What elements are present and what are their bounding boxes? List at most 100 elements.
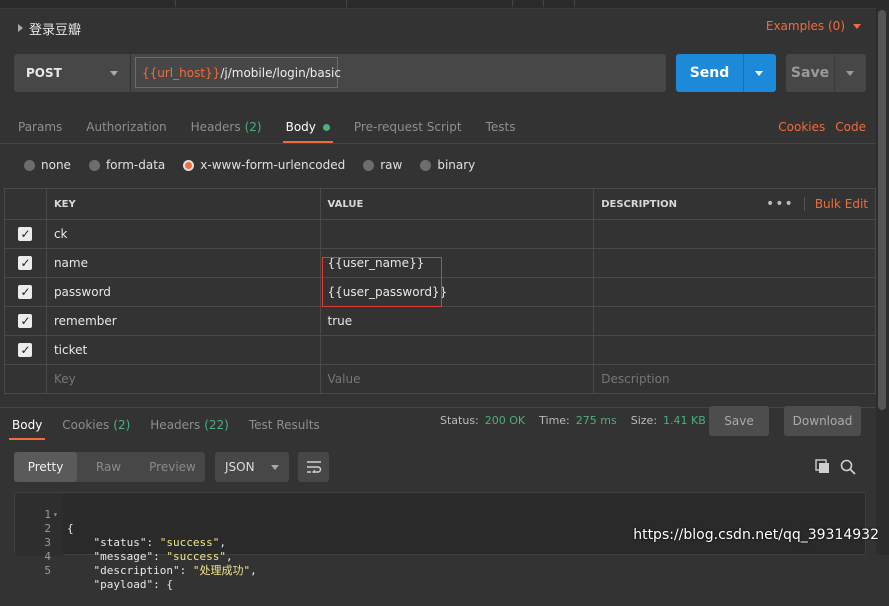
row-checkbox[interactable]: ✓ [4,277,47,307]
tab-response-cookies[interactable]: Cookies (2) [62,411,130,439]
radio-form-data[interactable]: form-data [88,155,166,175]
scrollbar-thumb[interactable] [878,10,886,410]
collapse-arrow-icon[interactable] [18,24,23,32]
search-icon[interactable] [840,459,856,475]
row-checkbox[interactable]: ✓ [4,335,47,365]
description-placeholder[interactable]: Description [593,364,876,394]
row-key[interactable]: ck [45,219,321,249]
header-description-label: DESCRIPTION [601,198,678,210]
row-checkbox[interactable]: ✓ [4,306,47,336]
size-value: 1.41 KB [663,414,706,427]
json-key: "description" [93,564,180,577]
method-value: POST [26,66,62,80]
tab-headers[interactable]: Headers (2) [191,112,262,142]
tab-response-body[interactable]: Body [8,411,46,440]
key-placeholder[interactable]: Key [45,364,321,394]
save-options-chevron-icon[interactable] [846,71,854,76]
send-options-chevron-icon[interactable] [755,71,763,76]
request-right-links: Cookies Code [778,120,866,134]
send-divider [743,54,744,92]
tab-pre-request-script[interactable]: Pre-request Script [354,112,462,142]
copy-icon[interactable] [815,459,831,475]
tab-body[interactable]: Body [282,112,334,143]
radio-binary[interactable]: binary [420,155,475,175]
tab-params[interactable]: Params [18,112,62,142]
checkmark-icon[interactable]: ✓ [18,227,33,241]
row-description[interactable] [593,335,876,365]
checkmark-icon[interactable]: ✓ [18,343,33,357]
header-description: DESCRIPTION ••• Bulk Edit [593,188,876,220]
row-key[interactable]: password [45,277,321,307]
row-key[interactable]: ticket [45,335,321,365]
value-highlight-box [322,257,442,307]
row-key[interactable]: name [45,248,321,278]
radio-label: form-data [105,158,166,172]
row-description[interactable] [593,248,876,278]
active-indicator-dot-icon [322,123,330,131]
tab-authorization[interactable]: Authorization [86,112,166,142]
format-select[interactable]: JSON [215,452,289,482]
response-code-viewer[interactable]: 1 ▾ { 2 "status": "success", 3 "message":… [14,492,866,591]
wrap-lines-button[interactable] [298,452,329,482]
status-info: Status: 200 OK [440,414,525,427]
chevron-down-icon [110,70,118,76]
tab-response-headers[interactable]: Headers (22) [150,411,229,439]
window-tab-strip [0,0,889,9]
radio-label: x-www-form-urlencoded [200,158,346,172]
row-value[interactable] [319,219,595,249]
method-select[interactable]: POST [14,54,130,92]
header-key: KEY [45,188,321,220]
tab-label: Headers [150,418,201,432]
row-description[interactable] [593,219,876,249]
examples-dropdown[interactable]: Examples (0) [766,19,861,33]
row-description[interactable] [593,306,876,336]
checkmark-icon[interactable]: ✓ [18,314,33,328]
request-tabs: Params Authorization Headers (2) Body Pre… [18,112,516,143]
new-row: Key Value Description [4,364,876,394]
bulk-edit-link[interactable]: Bulk Edit [803,197,868,211]
more-options-icon[interactable]: ••• [766,196,794,212]
save-divider [834,54,835,92]
download-button[interactable]: Download [784,406,861,436]
view-mode-segmented: Pretty Raw Preview [14,452,205,482]
value-placeholder[interactable]: Value [319,364,595,394]
fold-arrow-icon[interactable]: ▾ [53,508,58,522]
radio-dot-icon [363,159,375,171]
table-row: ✓ remember true [4,306,876,336]
view-pretty[interactable]: Pretty [14,452,77,482]
radio-label: raw [380,158,403,172]
view-preview[interactable]: Preview [140,452,205,482]
row-key[interactable]: remember [45,306,321,336]
row-description[interactable] [593,277,876,307]
checkmark-icon[interactable]: ✓ [18,256,33,270]
wrap-lines-icon [306,461,321,473]
row-checkbox[interactable]: ✓ [4,219,47,249]
radio-none[interactable]: none [24,155,71,175]
view-raw[interactable]: Raw [77,452,140,482]
url-path: /j/mobile/login/basic [220,65,341,80]
tab-label: Headers [190,120,241,134]
url-highlight-box[interactable]: {{url_host}}/j/mobile/login/basic [135,57,341,88]
body-type-radio-group: none form-data x-www-form-urlencoded raw… [24,155,475,175]
save-response-button[interactable]: Save [709,406,769,436]
code-link[interactable]: Code [835,120,866,134]
row-value[interactable] [319,335,595,365]
row-checkbox[interactable]: ✓ [4,248,47,278]
radio-x-www-form-urlencoded[interactable]: x-www-form-urlencoded [183,155,345,175]
row-value[interactable]: true [319,306,595,336]
radio-raw[interactable]: raw [363,155,402,175]
json-value: "success" [166,550,226,563]
radio-label: none [41,158,71,172]
watermark: https://blog.csdn.net/qq_39314932 [633,527,879,543]
checkmark-icon[interactable]: ✓ [18,285,33,299]
tab-tests[interactable]: Tests [486,112,516,142]
cookies-link[interactable]: Cookies [778,120,825,134]
url-variable: {{url_host}} [142,65,221,80]
request-title[interactable]: 登录豆瓣 [18,18,81,38]
send-button[interactable]: Send [676,54,776,92]
tab-test-results[interactable]: Test Results [249,411,320,439]
code-line: 1 ▾ { [15,494,73,535]
tab-label: Tests [485,120,516,134]
status-value: 200 OK [484,414,526,427]
save-button[interactable]: Save [786,54,866,92]
